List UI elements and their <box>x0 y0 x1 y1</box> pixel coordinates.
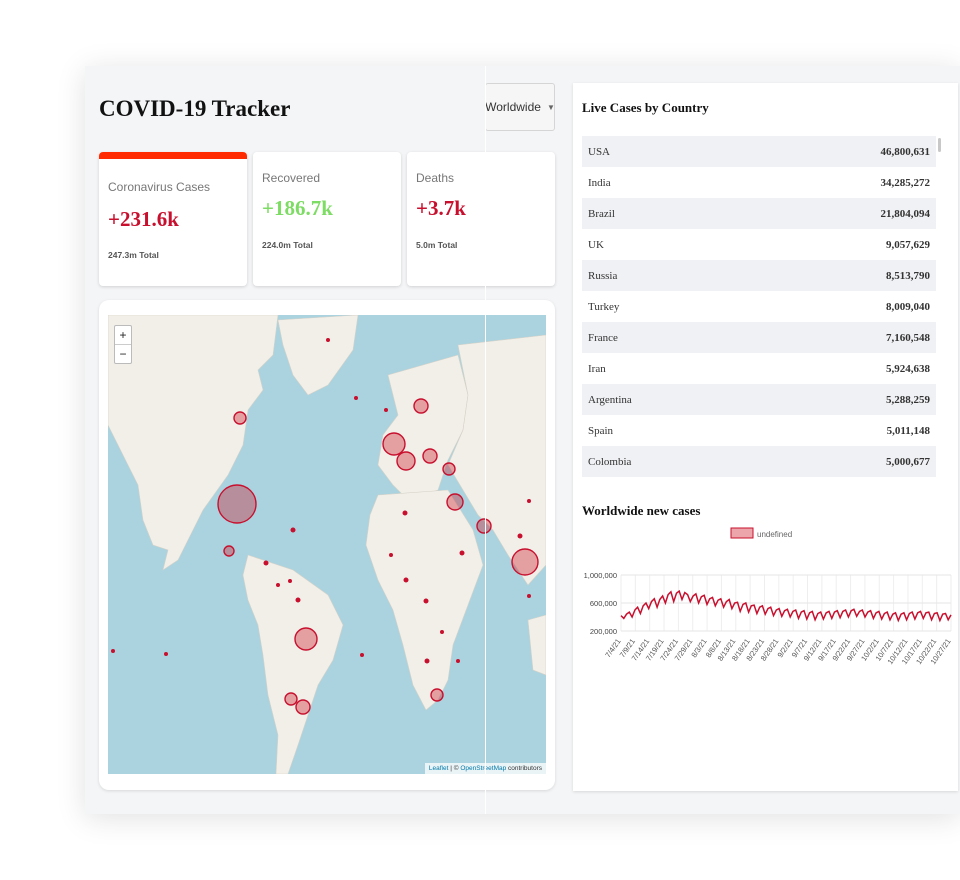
country-name: Brazil <box>588 207 615 220</box>
marker-brazil[interactable] <box>294 627 318 651</box>
recovered-card-value: +186.7k <box>262 196 333 220</box>
cases-card-value: +231.6k <box>108 207 179 231</box>
table-row: Brazil 21,804,094 <box>582 198 936 229</box>
cases-card-total: 247.3m Total <box>108 250 159 260</box>
table-row: Iran 5,924,638 <box>582 353 936 384</box>
country-cases: 46,800,631 <box>880 145 931 158</box>
marker-usa[interactable] <box>217 484 257 524</box>
table-row: USA 46,800,631 <box>582 136 936 167</box>
country-name: Spain <box>588 424 614 437</box>
table-row: France 7,160,548 <box>582 322 936 353</box>
attribution-tail: contributors <box>506 765 542 772</box>
legend-label: undefined <box>757 530 792 539</box>
app-title: COVID-19 Tracker <box>99 96 291 121</box>
recovered-card-label: Recovered <box>262 171 321 185</box>
scrollbar-thumb[interactable] <box>938 138 941 152</box>
zoom-out-button[interactable]: − <box>115 345 131 363</box>
country-cases: 5,288,259 <box>886 393 930 406</box>
country-cases: 21,804,094 <box>880 207 931 220</box>
table-row: UK 9,057,629 <box>582 229 936 260</box>
country-cases: 8,009,040 <box>886 300 930 313</box>
map-card: + − Leaflet | © OpenStreetMap contributo… <box>99 300 555 790</box>
country-name: Argentina <box>588 393 632 406</box>
land-greenland <box>277 315 359 396</box>
right-column: Live Cases by Country USA 46,800,631 Indi… <box>573 66 960 814</box>
legend-swatch <box>730 527 754 539</box>
table-row: Argentina 5,288,259 <box>582 384 936 415</box>
map-zoom-control: + − <box>114 325 132 364</box>
map-layer <box>108 315 546 774</box>
table-row: Colombia 5,000,677 <box>582 446 936 477</box>
cases-card-label: Coronavirus Cases <box>108 180 211 194</box>
country-name: Iran <box>588 362 606 375</box>
country-cases: 5,011,148 <box>886 424 930 437</box>
country-name: India <box>588 176 611 189</box>
country-name: Colombia <box>588 455 632 468</box>
left-column: COVID-19 Tracker Worldwide ▼ Coronavirus… <box>85 66 560 814</box>
recovered-card[interactable]: Recovered +186.7k 224.0m Total <box>253 152 401 286</box>
country-name: UK <box>588 238 604 251</box>
deaths-card-label: Deaths <box>416 171 455 185</box>
country-name: USA <box>588 145 611 158</box>
land-north-america <box>108 315 279 571</box>
country-cases: 8,513,790 <box>886 269 930 282</box>
new-cases-chart: undefined1,000,000600,000200,0007/4/217/… <box>584 527 953 666</box>
table-row: Spain 5,011,148 <box>582 415 936 446</box>
country-cases: 5,924,638 <box>886 362 930 375</box>
column-divider <box>485 66 486 814</box>
app-window: COVID-19 Tracker Worldwide ▼ Coronavirus… <box>85 66 960 814</box>
country-select-value: Worldwide <box>485 100 541 114</box>
country-cases: 34,285,272 <box>880 176 931 189</box>
country-name: France <box>588 331 618 344</box>
deaths-card-total: 5.0m Total <box>416 240 458 250</box>
country-select[interactable]: Worldwide ▼ <box>485 83 555 131</box>
land-europe <box>377 354 469 501</box>
table-scrollbar[interactable] <box>936 136 945 489</box>
attribution-separator: | © <box>448 765 461 772</box>
y-tick-label: 600,000 <box>590 599 617 608</box>
deaths-card[interactable]: Deaths +3.7k 5.0m Total <box>407 152 555 286</box>
marker-india[interactable] <box>511 548 539 576</box>
active-card-indicator <box>99 152 247 159</box>
land-australia <box>527 614 546 676</box>
country-name: Turkey <box>588 300 620 313</box>
live-cases-title: Live Cases by Country <box>582 100 709 115</box>
live-cases-table[interactable]: USA 46,800,631 India 34,285,272 Brazil 21,8… <box>582 136 936 489</box>
osm-link[interactable]: OpenStreetMap <box>460 765 506 772</box>
world-map[interactable]: + − Leaflet | © OpenStreetMap contributo… <box>108 315 546 774</box>
recovered-card-total: 224.0m Total <box>262 240 313 250</box>
table-row: Turkey 8,009,040 <box>582 291 936 322</box>
series-line-new-cases <box>620 589 952 623</box>
y-tick-label: 1,000,000 <box>584 571 617 580</box>
chevron-down-icon: ▼ <box>546 102 555 112</box>
live-cases-panel: Live Cases by Country USA 46,800,631 Indi… <box>573 83 958 791</box>
table-row: India 34,285,272 <box>582 167 936 198</box>
chart-title: Worldwide new cases <box>582 503 701 518</box>
table-row: Russia 8,513,790 <box>582 260 936 291</box>
country-name: Russia <box>588 269 618 282</box>
y-tick-label: 200,000 <box>590 627 617 636</box>
country-cases: 7,160,548 <box>886 331 930 344</box>
country-cases: 5,000,677 <box>886 455 930 468</box>
zoom-in-button[interactable]: + <box>115 326 131 345</box>
land-south-america <box>242 554 344 774</box>
deaths-card-value: +3.7k <box>416 196 466 220</box>
cases-card[interactable]: Coronavirus Cases +231.6k 247.3m Total <box>99 152 247 286</box>
leaflet-link[interactable]: Leaflet <box>429 765 449 772</box>
country-cases: 9,057,629 <box>886 238 930 251</box>
